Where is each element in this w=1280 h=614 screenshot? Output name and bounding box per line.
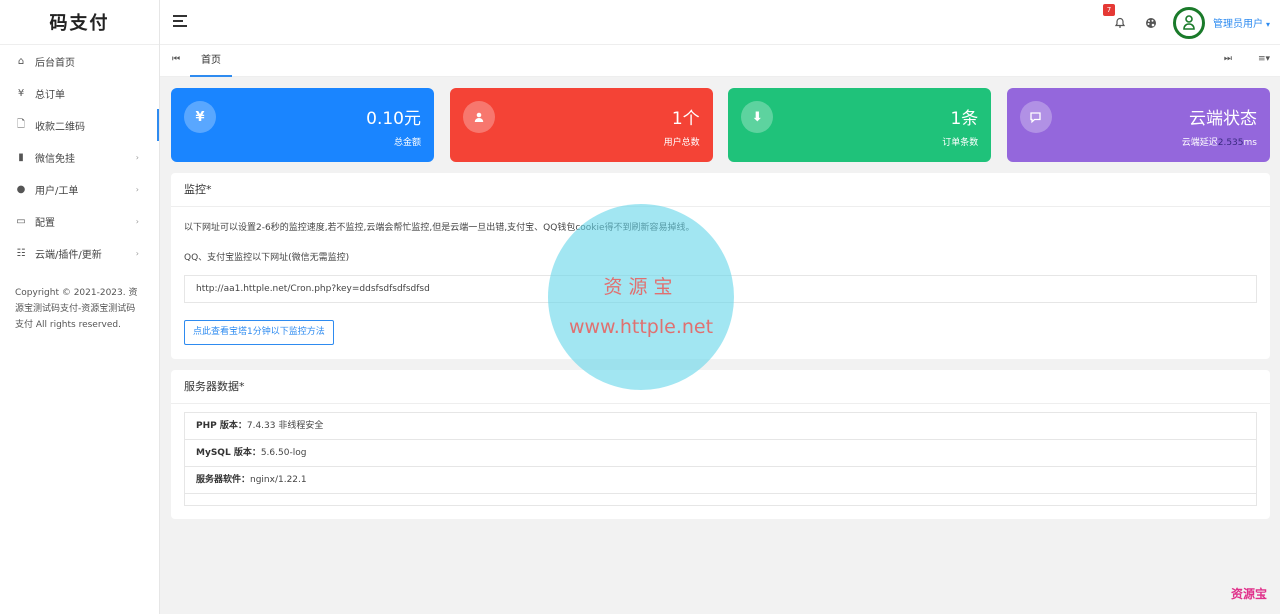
sliders-icon: ☷ xyxy=(16,247,26,259)
panel-body: PHP 版本：7.4.33 非线程安全 MySQL 版本：5.6.50-log … xyxy=(171,404,1270,519)
stat-value: 0.10元 xyxy=(366,109,421,129)
yen-icon: ¥ xyxy=(184,101,216,133)
tab-scroll-right-icon[interactable]: ⏭ xyxy=(1224,54,1232,64)
stat-value: 1个 xyxy=(671,109,700,129)
sidebar-item-label: 总订单 xyxy=(35,89,65,101)
tab-options-icon[interactable]: ≡▾ xyxy=(1258,54,1270,64)
top-right-controls: 7 管理员用户 xyxy=(1102,0,1270,45)
message-icon xyxy=(1019,101,1052,133)
notification-badge: 7 xyxy=(1102,3,1115,16)
main-content: ¥ 0.10元 总金额 1个 用户总数 ⬇ 1条 订单条数 云端状态 云端延迟2… xyxy=(171,88,1270,519)
sidebar-item-qrcode[interactable]: 🗋 收款二维码 xyxy=(0,109,159,141)
row-key: 服务器软件： xyxy=(196,475,251,485)
stat-label: 用户总数 xyxy=(663,138,700,148)
stat-label: 订单条数 xyxy=(942,138,979,148)
stats-row: ¥ 0.10元 总金额 1个 用户总数 ⬇ 1条 订单条数 云端状态 云端延迟2… xyxy=(171,88,1270,162)
row-value: 7.4.33 非线程安全 xyxy=(246,421,324,431)
row-key: MySQL 版本： xyxy=(196,448,261,458)
cloud-latency: 云端延迟2.535ms xyxy=(1182,135,1257,148)
table-row: 服务器软件：nginx/1.22.1 xyxy=(185,467,1256,494)
table-row: PHP 版本：7.4.33 非线程安全 xyxy=(185,413,1256,440)
cloud-latency-value: 2.535 xyxy=(1217,138,1244,148)
tab-bar: ⏮ 首页 ⏭ ≡▾ xyxy=(160,45,1280,77)
chevron-right-icon: › xyxy=(135,184,139,194)
server-info-table: PHP 版本：7.4.33 非线程安全 MySQL 版本：5.6.50-log … xyxy=(184,412,1257,506)
row-value: nginx/1.22.1 xyxy=(250,475,307,485)
table-row: MySQL 版本：5.6.50-log xyxy=(185,440,1256,467)
chevron-right-icon: › xyxy=(135,248,139,258)
sidebar-item-label: 用户/工单 xyxy=(35,185,79,197)
row-value: 5.6.50-log xyxy=(260,448,307,458)
tab-home[interactable]: 首页 xyxy=(190,45,232,77)
sidebar-menu: ⌂ 后台首页 ¥ 总订单 🗋 收款二维码 ▮ 微信免挂 › ● 用户/工单 › … xyxy=(0,45,159,269)
sidebar-item-cloud[interactable]: ☷ 云端/插件/更新 › xyxy=(0,237,159,269)
sidebar-item-wechat[interactable]: ▮ 微信免挂 › xyxy=(0,141,159,173)
monitor-subtitle: QQ、支付宝监控以下网址(微信无需监控) xyxy=(184,253,350,263)
user-menu[interactable]: 管理员用户 xyxy=(1213,15,1270,30)
server-panel: 服务器数据* PHP 版本：7.4.33 非线程安全 MySQL 版本：5.6.… xyxy=(171,370,1270,519)
stat-value: 1条 xyxy=(950,109,979,129)
monitor-method-button[interactable]: 点此查看宝塔1分钟以下监控方法 xyxy=(184,320,334,345)
sidebar-item-config[interactable]: ▭ 配置 › xyxy=(0,205,159,237)
sidebar-item-label: 微信免挂 xyxy=(35,153,75,165)
tab-scroll-left-icon[interactable]: ⏮ xyxy=(172,54,180,64)
menu-toggle-icon[interactable] xyxy=(173,15,187,27)
bell-icon[interactable]: 7 xyxy=(1102,3,1129,32)
corner-watermark: 资源宝 xyxy=(1230,587,1267,601)
stat-card-cloud-status: 云端状态 云端延迟2.535ms xyxy=(1006,88,1270,162)
top-bar: 7 管理员用户 xyxy=(160,0,1280,45)
chevron-right-icon: › xyxy=(135,152,139,162)
sidebar-item-label: 配置 xyxy=(35,217,55,229)
sidebar-item-dashboard[interactable]: ⌂ 后台首页 xyxy=(0,45,159,77)
stat-card-orders: ⬇ 1条 订单条数 xyxy=(728,88,992,162)
panel-title: 监控* xyxy=(171,173,1270,207)
cloud-latency-label: 云端延迟 xyxy=(1181,138,1218,148)
panel-title: 服务器数据* xyxy=(171,370,1270,404)
panel-body: 以下网址可以设置2-6秒的监控速度,若不监控,云端会帮忙监控,但是云端一旦出错,… xyxy=(171,207,1270,359)
user-icon: ● xyxy=(16,183,26,195)
monitor-url-field[interactable]: http://aa1.httple.net/Cron.php?key=ddsfs… xyxy=(184,275,1257,303)
palette-icon[interactable] xyxy=(1143,15,1159,31)
cloud-latency-unit: ms xyxy=(1243,138,1257,148)
download-icon: ⬇ xyxy=(741,101,774,133)
table-row xyxy=(185,494,1256,505)
stat-card-total-amount: ¥ 0.10元 总金额 xyxy=(171,88,434,162)
sidebar-item-label: 收款二维码 xyxy=(35,121,85,133)
avatar[interactable] xyxy=(1172,6,1205,39)
monitor-panel: 监控* 以下网址可以设置2-6秒的监控速度,若不监控,云端会帮忙监控,但是云端一… xyxy=(171,173,1270,359)
brand-title: 码支付 xyxy=(0,0,159,45)
row-key: PHP 版本： xyxy=(196,421,247,431)
document-icon: 🗋 xyxy=(16,118,26,130)
home-icon: ⌂ xyxy=(17,55,25,67)
book-icon: ▮ xyxy=(18,151,24,163)
sidebar: 码支付 ⌂ 后台首页 ¥ 总订单 🗋 收款二维码 ▮ 微信免挂 › ● 用户/工… xyxy=(0,0,160,614)
folder-icon: ▭ xyxy=(16,215,26,227)
stat-label: 总金额 xyxy=(393,138,421,148)
stat-value: 云端状态 xyxy=(1188,109,1257,129)
sidebar-item-users[interactable]: ● 用户/工单 › xyxy=(0,173,159,205)
chevron-right-icon: › xyxy=(135,216,139,226)
monitor-description: 以下网址可以设置2-6秒的监控速度,若不监控,云端会帮忙监控,但是云端一旦出错,… xyxy=(184,223,695,233)
yen-icon: ¥ xyxy=(17,87,25,99)
sidebar-item-label: 后台首页 xyxy=(35,57,75,69)
user-icon xyxy=(462,101,495,133)
copyright-text: Copyright © 2021-2023. 资源宝测试码支付-资源宝测试码支付… xyxy=(15,288,138,330)
stat-card-users: 1个 用户总数 xyxy=(449,88,713,162)
sidebar-item-orders[interactable]: ¥ 总订单 xyxy=(0,77,159,109)
sidebar-item-label: 云端/插件/更新 xyxy=(35,249,102,261)
